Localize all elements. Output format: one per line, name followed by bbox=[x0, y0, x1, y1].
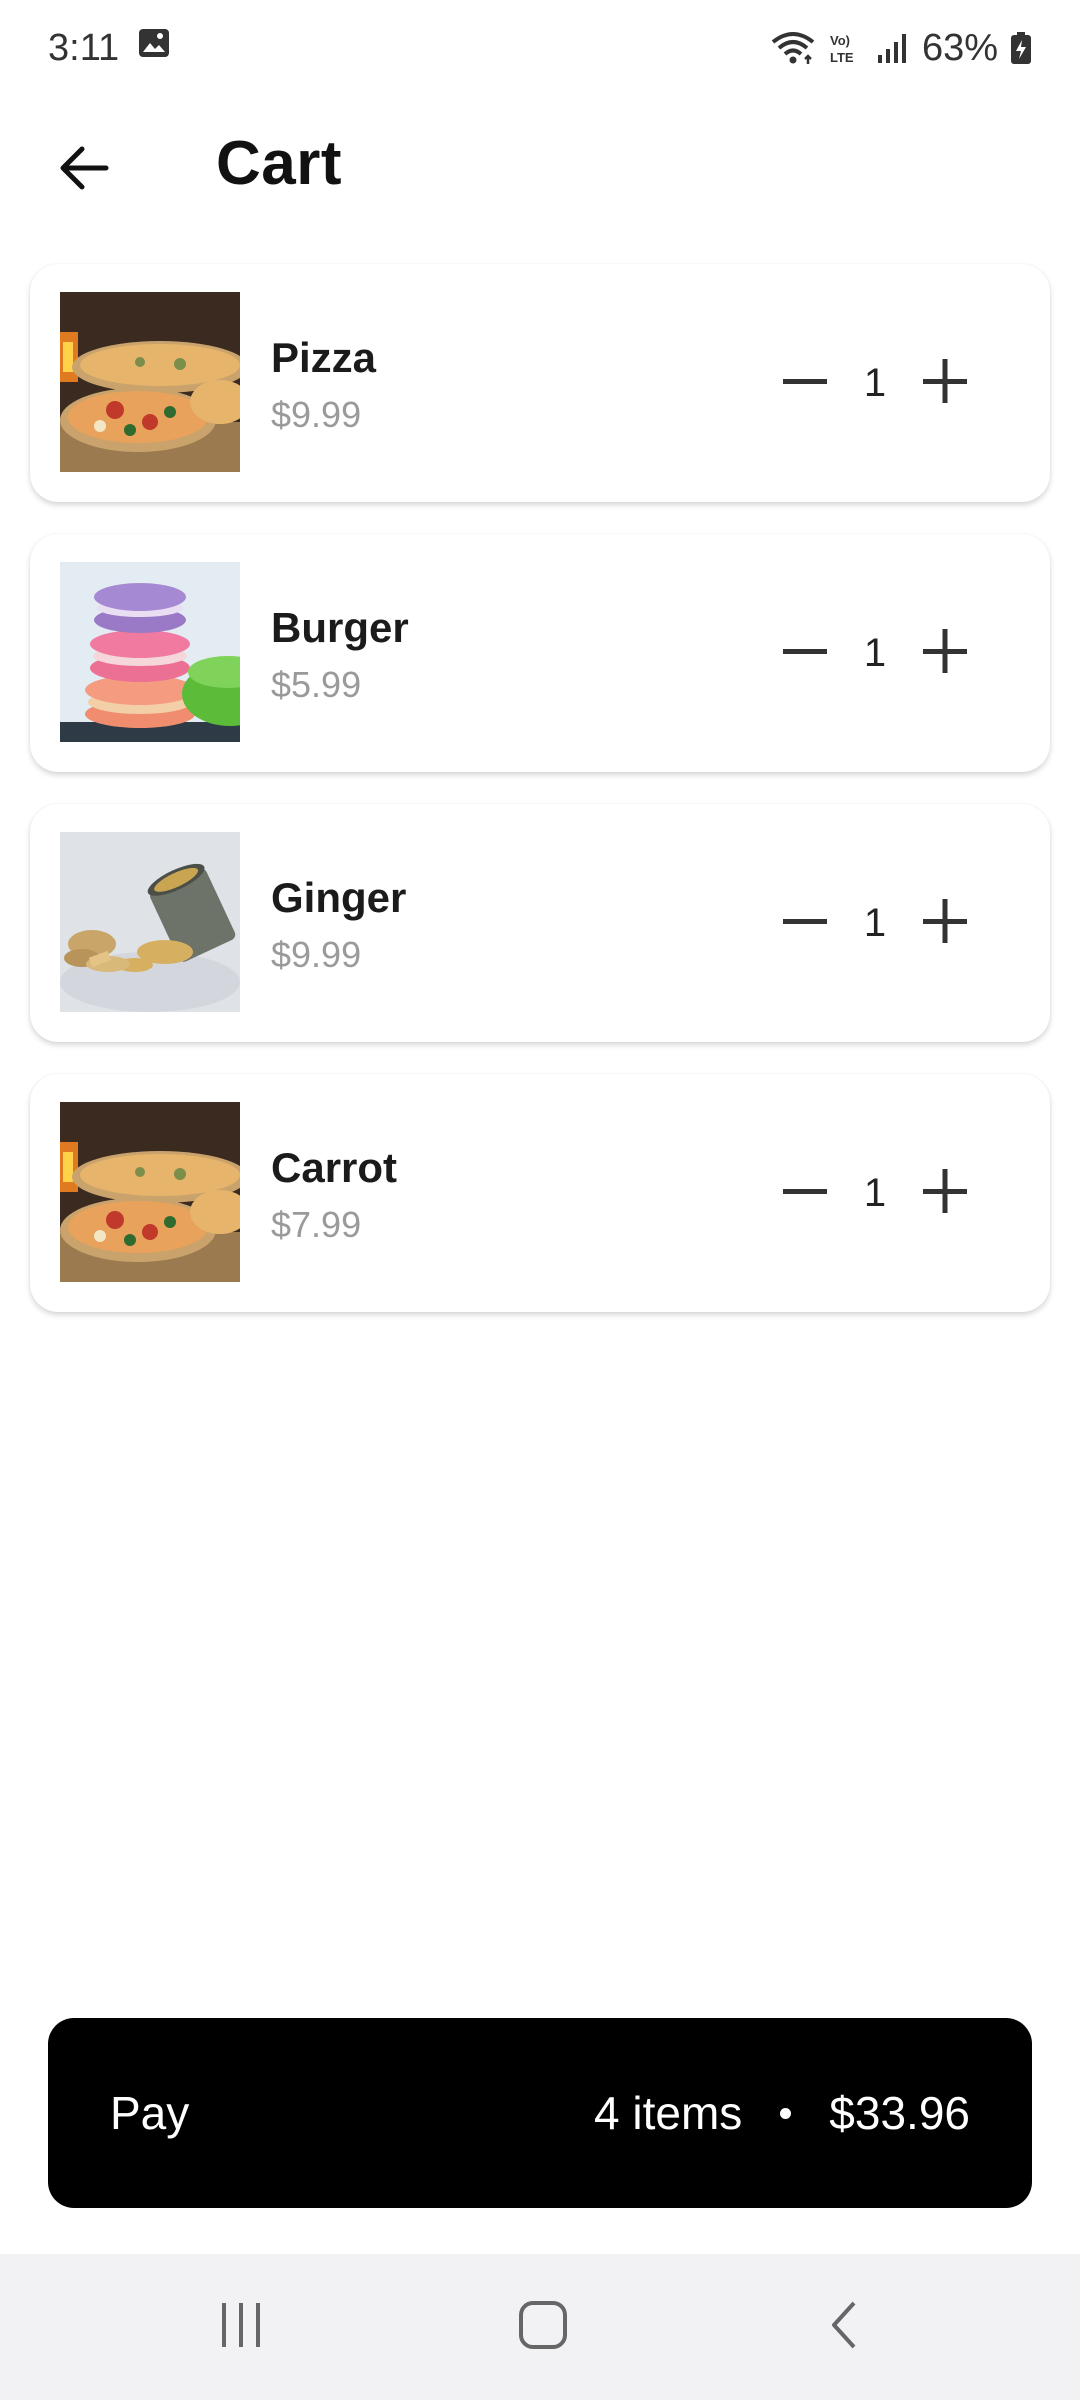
minus-icon bbox=[781, 897, 829, 950]
gallery-icon bbox=[137, 26, 171, 70]
cart-item: Ginger $9.99 1 bbox=[30, 804, 1050, 1042]
items-count: 4 items bbox=[594, 2087, 743, 2139]
increase-quantity-button[interactable] bbox=[900, 608, 990, 698]
recent-apps-button[interactable] bbox=[181, 2282, 301, 2372]
item-name: Ginger bbox=[271, 874, 407, 921]
recent-apps-icon bbox=[216, 2300, 266, 2355]
item-name: Carrot bbox=[271, 1144, 398, 1191]
cart-item: Carrot $7.99 1 bbox=[30, 1074, 1050, 1312]
system-back-button[interactable] bbox=[785, 2282, 905, 2372]
battery-percent: 63% bbox=[921, 26, 998, 69]
increase-quantity-button[interactable] bbox=[900, 878, 990, 968]
quantity-stepper: 1 bbox=[760, 878, 990, 968]
svg-text:Vo): Vo) bbox=[830, 33, 850, 48]
cart-screen: 3:11 Vo) LTE 63% Cart Pizza $9.99 1 Burg… bbox=[0, 0, 1080, 2400]
quantity-value: 1 bbox=[863, 360, 887, 405]
page-title: Cart bbox=[216, 129, 343, 198]
quantity-value: 1 bbox=[863, 630, 887, 675]
status-time: 3:11 bbox=[48, 26, 120, 69]
system-nav-bar bbox=[0, 2254, 1080, 2400]
pizza-image bbox=[60, 1102, 240, 1282]
status-right: Vo) LTE 63% bbox=[770, 27, 1032, 70]
pizza-image bbox=[60, 292, 240, 472]
home-icon bbox=[517, 2299, 569, 2356]
pay-summary: 4 items $33.96 bbox=[594, 2086, 970, 2140]
separator-dot bbox=[780, 2107, 792, 2119]
cart-item: Pizza $9.99 1 bbox=[30, 264, 1050, 502]
battery-icon bbox=[1010, 31, 1032, 65]
app-bar: Cart bbox=[0, 110, 1080, 220]
pay-label: Pay bbox=[110, 2087, 190, 2139]
total-price: $33.96 bbox=[829, 2087, 970, 2139]
decrease-quantity-button[interactable] bbox=[760, 1148, 850, 1238]
item-price: $9.99 bbox=[271, 934, 362, 975]
cart-item: Burger $5.99 1 bbox=[30, 534, 1050, 772]
cart-list: Pizza $9.99 1 Burger $5.99 1 Ginger $9.9… bbox=[30, 264, 1050, 1344]
back-icon bbox=[820, 2300, 870, 2355]
macarons-image bbox=[60, 562, 240, 742]
minus-icon bbox=[781, 1167, 829, 1220]
plus-icon bbox=[921, 627, 969, 680]
quantity-value: 1 bbox=[863, 1170, 887, 1215]
minus-icon bbox=[781, 357, 829, 410]
quantity-stepper: 1 bbox=[760, 608, 990, 698]
item-name: Burger bbox=[271, 604, 409, 651]
plus-icon bbox=[921, 1167, 969, 1220]
quantity-stepper: 1 bbox=[760, 1148, 990, 1238]
item-price: $9.99 bbox=[271, 394, 362, 435]
decrease-quantity-button[interactable] bbox=[760, 608, 850, 698]
volte-icon: Vo) LTE bbox=[828, 30, 864, 66]
plus-icon bbox=[921, 357, 969, 410]
item-name: Pizza bbox=[271, 334, 377, 381]
status-bar: 3:11 Vo) LTE 63% bbox=[0, 0, 1080, 96]
quantity-value: 1 bbox=[863, 900, 887, 945]
plus-icon bbox=[921, 897, 969, 950]
quantity-stepper: 1 bbox=[760, 338, 990, 428]
wifi-icon bbox=[770, 30, 816, 66]
arrow-back-icon bbox=[56, 140, 112, 201]
decrease-quantity-button[interactable] bbox=[760, 878, 850, 968]
increase-quantity-button[interactable] bbox=[900, 338, 990, 428]
svg-text:LTE: LTE bbox=[830, 50, 854, 65]
home-button[interactable] bbox=[483, 2282, 603, 2372]
decrease-quantity-button[interactable] bbox=[760, 338, 850, 428]
back-button[interactable] bbox=[44, 130, 124, 210]
item-price: $7.99 bbox=[271, 1204, 362, 1245]
ginger-image bbox=[60, 832, 240, 1012]
increase-quantity-button[interactable] bbox=[900, 1148, 990, 1238]
status-left: 3:11 bbox=[48, 26, 171, 70]
item-price: $5.99 bbox=[271, 664, 362, 705]
pay-button[interactable]: Pay 4 items $33.96 bbox=[48, 2018, 1032, 2208]
signal-icon bbox=[876, 31, 910, 65]
minus-icon bbox=[781, 627, 829, 680]
